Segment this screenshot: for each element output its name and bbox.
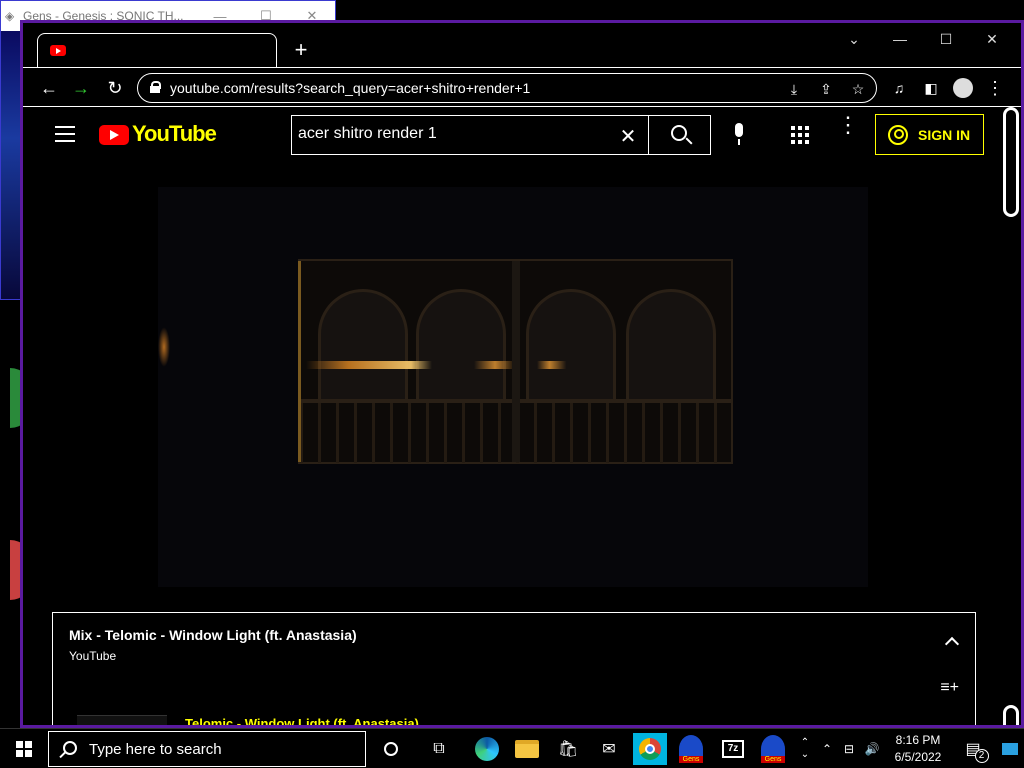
sonic-app-icon: ◈ bbox=[5, 9, 15, 23]
apps-grid-icon[interactable] bbox=[791, 126, 809, 144]
side-panel-icon[interactable]: ◧ bbox=[919, 76, 943, 100]
minimize-button[interactable]: — bbox=[877, 27, 923, 51]
youtube-favicon-icon bbox=[50, 45, 66, 56]
clear-search-icon[interactable]: ✕ bbox=[616, 124, 640, 149]
youtube-header: YouTube acer shitro render 1 ✕ ⋮ SIGN IN bbox=[23, 107, 1021, 163]
notification-badge: 2 bbox=[974, 749, 989, 763]
gens-sonic-icon[interactable] bbox=[674, 733, 708, 765]
playlist-item-title[interactable]: Telomic - Window Light (ft. Anastasia) bbox=[185, 716, 419, 725]
video-frame-window bbox=[298, 259, 733, 464]
task-view-icon[interactable]: ⧉ bbox=[422, 733, 456, 765]
hamburger-menu-icon[interactable] bbox=[55, 126, 75, 142]
collapse-chevron-icon[interactable] bbox=[944, 636, 960, 652]
taskbar-search-placeholder: Type here to search bbox=[89, 741, 222, 758]
tab-strip: + ⌄ — ☐ ✕ bbox=[23, 23, 1021, 69]
7zip-icon[interactable]: 7z bbox=[716, 733, 750, 765]
search-icon bbox=[63, 741, 77, 755]
search-button[interactable] bbox=[648, 115, 712, 155]
taskbar-scroll-arrows-icon[interactable]: ⌃ ⌄ bbox=[796, 729, 814, 768]
browser-menu-icon[interactable]: ⋮ bbox=[983, 76, 1007, 100]
playlist-item-thumbnail[interactable] bbox=[77, 715, 167, 725]
youtube-page: YouTube acer shitro render 1 ✕ ⋮ SIGN IN bbox=[23, 107, 1021, 725]
show-hidden-icons-chevron-icon[interactable]: ⌃ bbox=[816, 729, 838, 768]
lock-icon bbox=[150, 81, 161, 93]
youtube-logo-text[interactable]: YouTube bbox=[132, 121, 217, 147]
address-bar[interactable]: youtube.com/results?search_query=acer+sh… bbox=[137, 73, 877, 103]
file-explorer-icon[interactable] bbox=[510, 733, 544, 765]
settings-more-icon[interactable]: ⋮ bbox=[837, 114, 859, 136]
windows-logo-icon bbox=[16, 741, 32, 757]
voice-search-mic-icon[interactable] bbox=[731, 123, 747, 147]
profile-avatar-icon[interactable] bbox=[951, 76, 975, 100]
gens-sonic-icon-2[interactable] bbox=[756, 733, 790, 765]
mix-playlist-panel: Mix - Telomic - Window Light (ft. Anasta… bbox=[52, 612, 976, 725]
browser-window: + ⌄ — ☐ ✕ ← → ↻ youtube.com/results?sear… bbox=[20, 20, 1024, 728]
scrollbar-bottom[interactable] bbox=[1003, 705, 1019, 725]
search-box[interactable]: acer shitro render 1 ✕ bbox=[291, 115, 711, 155]
browser-toolbar: ← → ↻ youtube.com/results?search_query=a… bbox=[23, 67, 1021, 107]
close-button[interactable]: ✕ bbox=[969, 27, 1015, 51]
show-desktop-icon[interactable] bbox=[998, 729, 1022, 768]
reload-icon[interactable]: ↻ bbox=[103, 76, 127, 100]
video-player[interactable] bbox=[158, 187, 868, 587]
sign-in-label: SIGN IN bbox=[918, 126, 971, 143]
system-clock[interactable]: 8:16 PM 6/5/2022 bbox=[886, 732, 950, 766]
maximize-button[interactable]: ☐ bbox=[923, 27, 969, 51]
taskbar-search-box[interactable]: Type here to search bbox=[48, 731, 366, 767]
search-icon bbox=[671, 125, 687, 141]
chrome-taskbar-icon[interactable] bbox=[633, 733, 667, 765]
playlist-title[interactable]: Mix - Telomic - Window Light (ft. Anasta… bbox=[69, 627, 357, 643]
save-to-playlist-icon[interactable]: ≡+ bbox=[940, 679, 959, 697]
action-center-icon[interactable]: ▤ 2 bbox=[958, 729, 989, 768]
taskbar: Type here to search ⧉ 🛍 ✉ 7z ⌃⌄ ⌃ ⊟ 🔊 8:… bbox=[0, 728, 1024, 768]
scrollbar-thumb[interactable] bbox=[1003, 107, 1019, 217]
url-text[interactable]: youtube.com/results?search_query=acer+sh… bbox=[170, 80, 530, 96]
sign-in-button[interactable]: SIGN IN bbox=[875, 114, 984, 155]
account-circle-icon bbox=[888, 124, 908, 145]
bookmark-star-icon[interactable]: ☆ bbox=[848, 79, 868, 99]
clock-time: 8:16 PM bbox=[895, 733, 941, 747]
network-icon[interactable]: ⊟ bbox=[838, 729, 860, 768]
back-arrow-icon[interactable]: ← bbox=[37, 76, 61, 100]
volume-icon[interactable]: 🔊 bbox=[860, 729, 884, 768]
clock-date: 6/5/2022 bbox=[894, 750, 942, 764]
gens-game-view bbox=[1, 31, 21, 299]
tab-youtube[interactable] bbox=[37, 33, 277, 69]
edge-browser-icon[interactable] bbox=[470, 733, 504, 765]
youtube-logo-icon[interactable] bbox=[99, 125, 129, 145]
share-icon[interactable]: ⇪ bbox=[816, 79, 836, 99]
forward-arrow-icon[interactable]: → bbox=[69, 76, 93, 100]
start-button[interactable] bbox=[0, 729, 48, 768]
new-tab-button[interactable]: + bbox=[289, 39, 313, 63]
tab-search-dropdown-icon[interactable]: ⌄ bbox=[831, 27, 877, 51]
microsoft-store-icon[interactable]: 🛍 bbox=[551, 733, 585, 765]
playlist-channel[interactable]: YouTube bbox=[69, 649, 116, 663]
video-light-glow bbox=[158, 327, 170, 367]
install-app-icon[interactable]: ⤓ bbox=[784, 79, 804, 99]
mail-icon[interactable]: ✉ bbox=[592, 733, 626, 765]
desktop: ◈ Gens - Genesis : SONIC TH... — ☐ ✕ + ⌄… bbox=[0, 0, 1024, 768]
search-input[interactable]: acer shitro render 1 bbox=[298, 125, 437, 143]
cortana-icon[interactable] bbox=[374, 733, 408, 765]
media-controls-icon[interactable]: ♫ bbox=[887, 76, 911, 100]
